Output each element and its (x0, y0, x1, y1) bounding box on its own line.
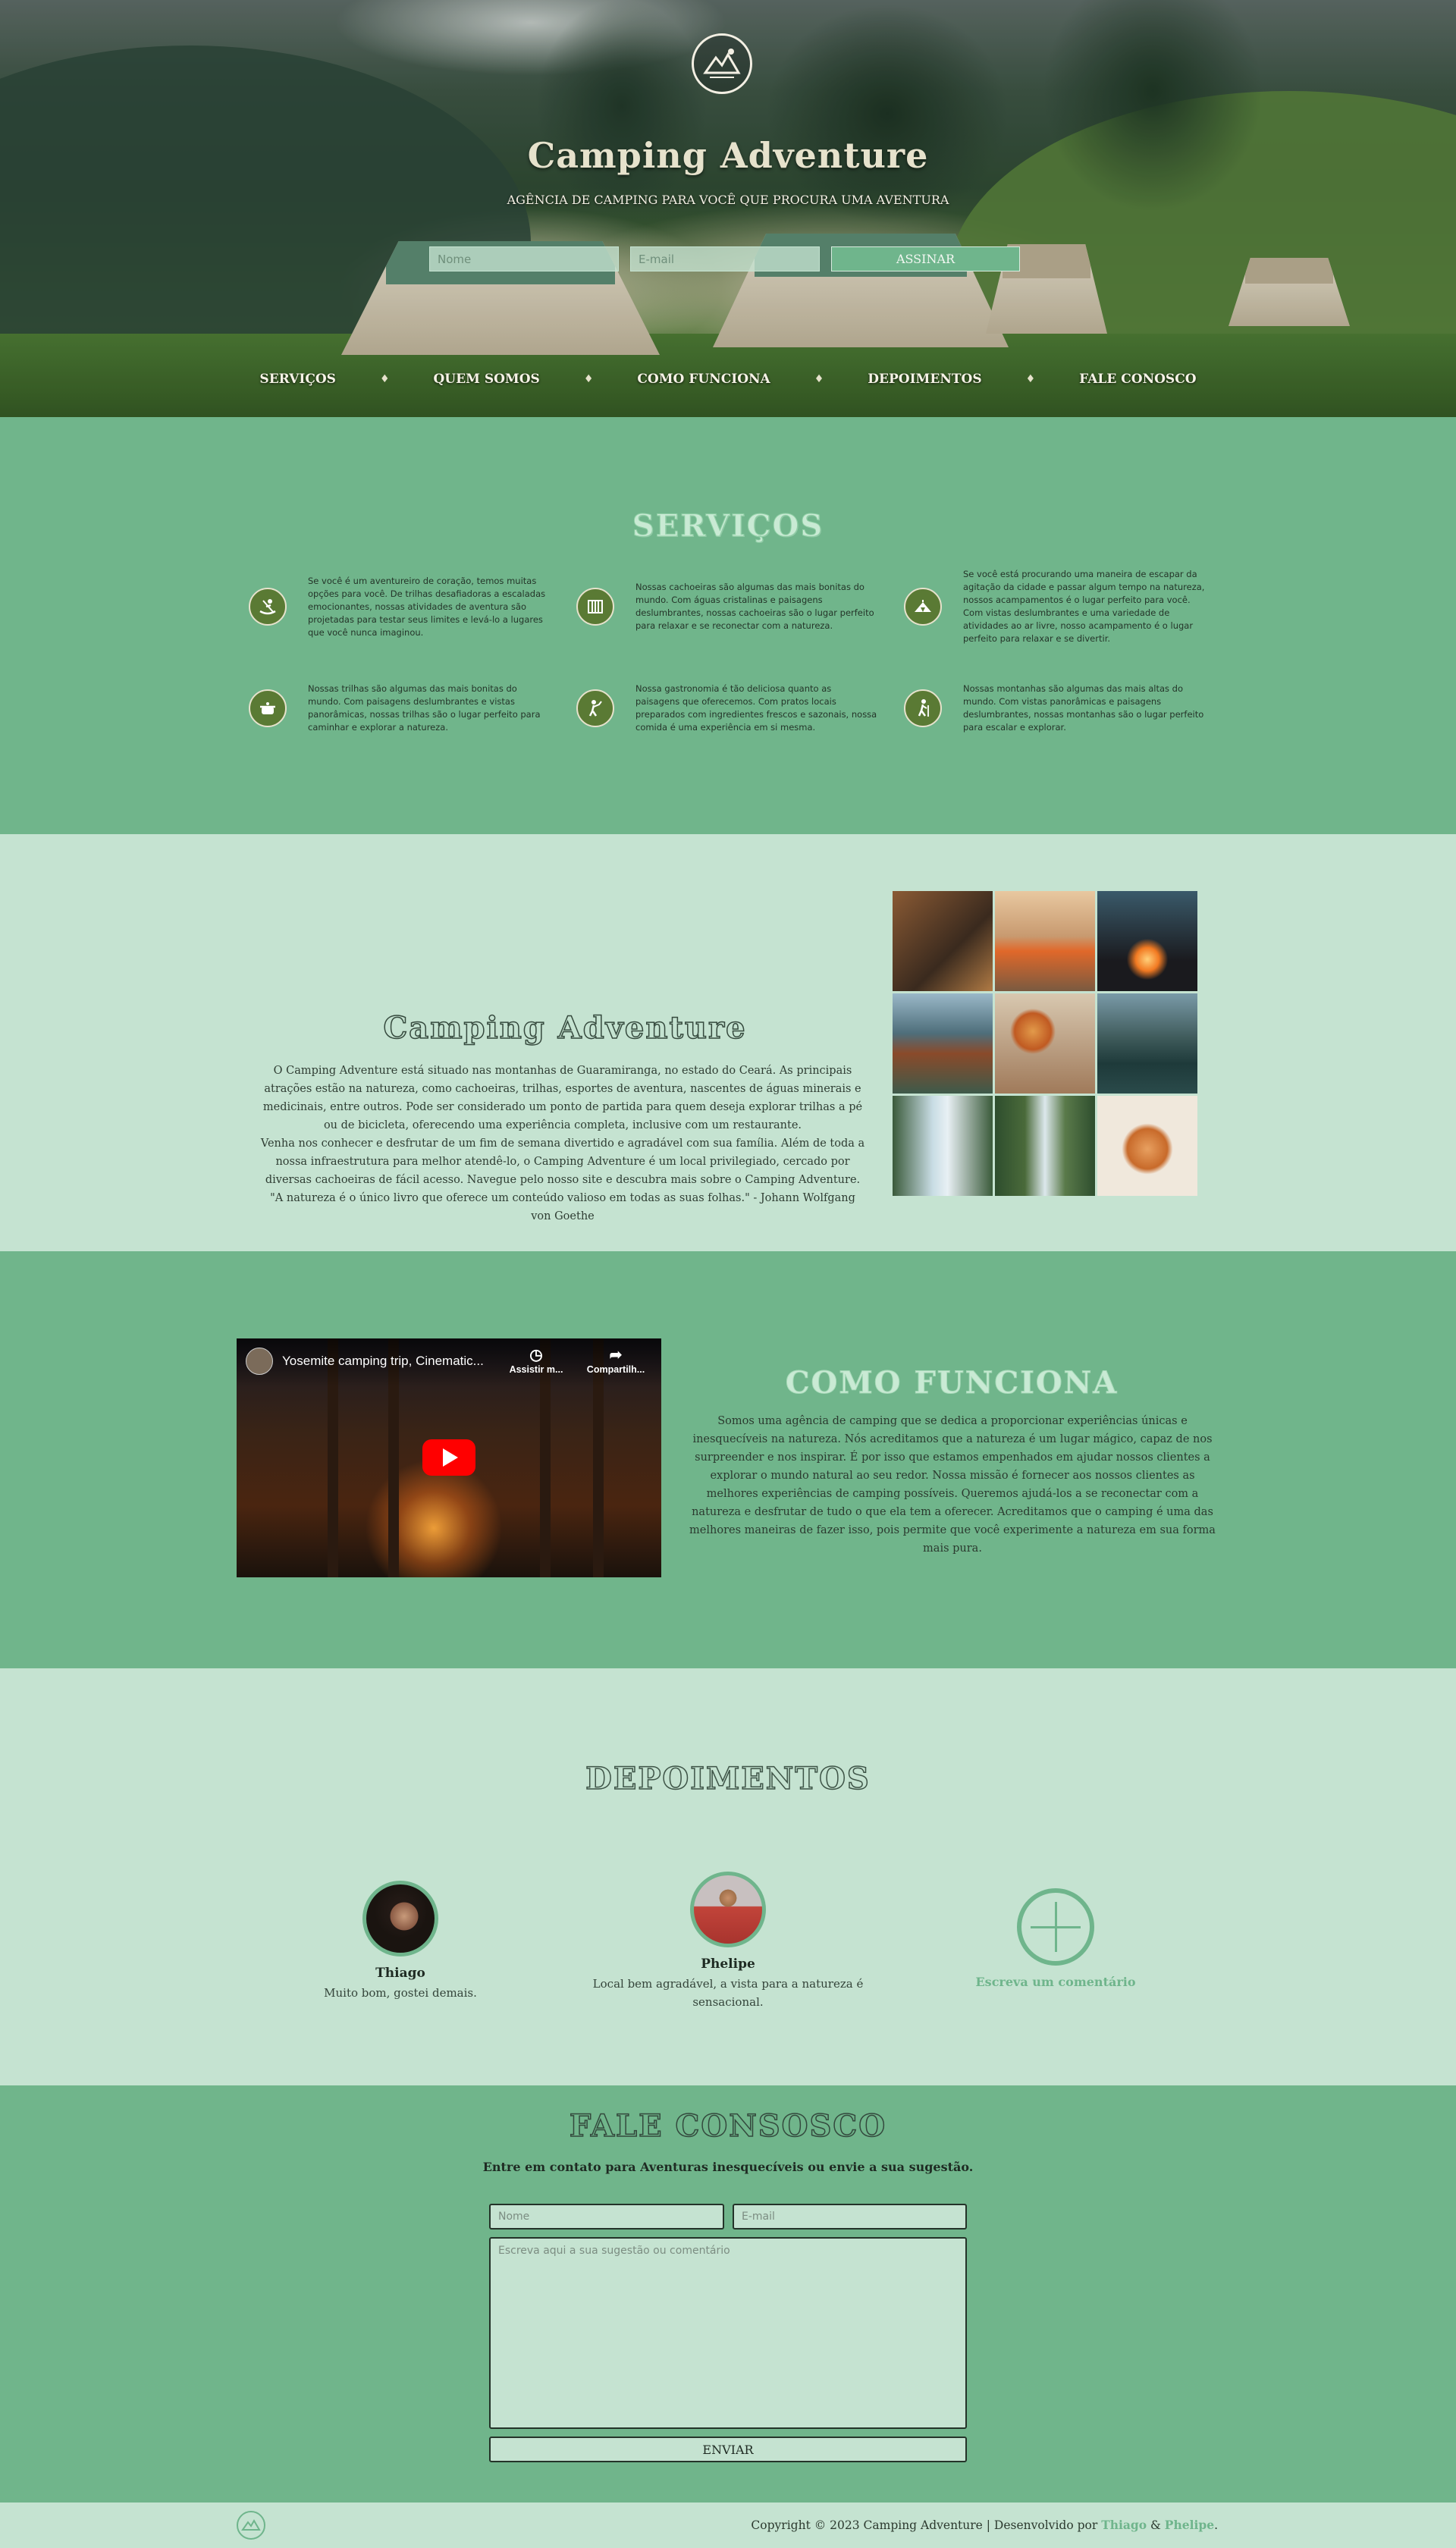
contact-subtitle: Entre em contato para Aventuras inesquec… (482, 2160, 974, 2174)
testimonial-card: Phelipe Local bem agradável, a vista par… (584, 1872, 872, 2011)
video-title[interactable]: Yosemite camping trip, Cinematic... (282, 1354, 484, 1369)
footer-logo[interactable] (237, 2511, 265, 2540)
nav-separator-icon: ♦ (583, 373, 594, 385)
hero-banner: Camping Adventure AGÊNCIA DE CAMPING PAR… (0, 0, 1456, 417)
avatar (362, 1881, 438, 1956)
pasta-dish-photo (1097, 1096, 1197, 1196)
nav-item-como-funciona[interactable]: COMO FUNCIONA (593, 372, 814, 387)
how-it-works-section: Yosemite camping trip, Cinematic... ◷ As… (0, 1251, 1456, 1668)
contact-title: FALE CONSOSCO (569, 2107, 887, 2145)
nav-separator-icon: ♦ (814, 373, 824, 385)
footer: Copyright © 2023 Camping Adventure | Des… (0, 2502, 1456, 2548)
newsletter-email-input[interactable] (630, 246, 820, 271)
newsletter-form: ASSINAR (429, 246, 1020, 271)
channel-avatar[interactable] (246, 1348, 273, 1375)
send-button[interactable]: ENVIAR (489, 2437, 967, 2462)
hero-title: Camping Adventure (527, 135, 929, 176)
testimonials-section: DEPOIMENTOS Thiago Muito bom, gostei dem… (0, 1668, 1456, 2085)
waterfall-photo (893, 1096, 993, 1196)
nav-separator-icon: ♦ (1025, 373, 1036, 385)
hiker-lake-photo (893, 993, 993, 1094)
play-button[interactable] (422, 1439, 475, 1476)
about-text: O Camping Adventure está situado nas mon… (260, 1065, 865, 1222)
service-item: Nossa gastronomia é tão deliciosa quanto… (576, 670, 904, 746)
main-nav: SERVIÇOS ♦ QUEM SOMOS ♦ COMO FUNCIONA ♦ … (0, 372, 1456, 387)
service-item: Nossas trilhas são algumas das mais boni… (249, 670, 576, 746)
how-text: Somos uma agência de camping que se dedi… (689, 1415, 1216, 1555)
nav-item-quem-somos[interactable]: QUEM SOMOS (390, 372, 584, 387)
developer-link-thiago[interactable]: Thiago (1101, 2518, 1147, 2532)
testimonial-name: Thiago (375, 1966, 425, 1981)
food-plate-photo (995, 993, 1095, 1094)
service-description: Nossa gastronomia é tão deliciosa quanto… (635, 683, 877, 733)
developer-link-phelipe[interactable]: Phelipe (1165, 2518, 1214, 2532)
testimonial-card: Thiago Muito bom, gostei demais. (256, 1881, 544, 2002)
add-comment-label: Escreva um comentário (975, 1975, 1136, 1989)
subscribe-button[interactable]: ASSINAR (831, 246, 1020, 271)
orange-tent-photo (995, 891, 1095, 991)
service-item: Se você está procurando uma maneira de e… (904, 569, 1232, 645)
copyright-text: Copyright © 2023 Camping Adventure | Des… (751, 2518, 1218, 2532)
watch-later-button[interactable]: ◷ Assistir m... (506, 1346, 566, 1375)
mountain-boat-photo (1097, 993, 1197, 1094)
avatar (690, 1872, 766, 1947)
service-item: Nossas montanhas são algumas das mais al… (904, 670, 1232, 746)
services-grid: Se você é um aventureiro de coração, tem… (249, 569, 1219, 746)
mountain-logo-icon (703, 49, 741, 78)
nav-item-servicos[interactable]: SERVIÇOS (215, 372, 380, 387)
add-comment-button[interactable]: Escreva um comentário (904, 1888, 1207, 1989)
service-description: Nossas trilhas são algumas das mais boni… (308, 683, 541, 733)
testimonial-name: Phelipe (701, 1956, 755, 1972)
nav-item-depoimentos[interactable]: DEPOIMENTOS (824, 372, 1025, 387)
clock-icon: ◷ (529, 1347, 543, 1363)
services-section: SERVIÇOS Se você é um aventureiro de cor… (0, 417, 1456, 834)
hero-subtitle: AGÊNCIA DE CAMPING PARA VOCÊ QUE PROCURA… (507, 193, 949, 207)
service-description: Nossas montanhas são algumas das mais al… (963, 683, 1204, 733)
nav-item-fale-conosco[interactable]: FALE CONOSCO (1035, 372, 1240, 387)
contact-section: FALE CONSOSCO Entre em contato para Aven… (0, 2085, 1456, 2502)
testimonial-quote: Muito bom, gostei demais. (324, 1986, 477, 2000)
contact-email-input[interactable] (733, 2204, 967, 2230)
tent-icon (904, 588, 942, 626)
site-logo[interactable] (692, 33, 752, 94)
testimonials-title: DEPOIMENTOS (585, 1760, 871, 1797)
service-description: Se você é um aventureiro de coração, tem… (308, 575, 546, 638)
chef-icon (576, 689, 614, 727)
nav-separator-icon: ♦ (379, 373, 390, 385)
camping-gear-photo (893, 891, 993, 991)
mountain-logo-icon (241, 2519, 261, 2531)
service-description: Nossas cachoeiras são algumas das mais b… (635, 582, 874, 631)
hiker-icon (904, 689, 942, 727)
waterfall-icon (576, 588, 614, 626)
about-section: Camping Adventure O Camping Adventure es… (0, 834, 1456, 1251)
contact-message-textarea[interactable] (489, 2237, 967, 2429)
contact-name-input[interactable] (489, 2204, 724, 2230)
services-title: SERVIÇOS (632, 508, 824, 544)
testimonial-quote: Local bem agradável, a vista para a natu… (592, 1977, 864, 2009)
plus-icon (1017, 1888, 1094, 1966)
waterfall-forest-photo (995, 1096, 1095, 1196)
share-button[interactable]: ➦ Compartilh... (582, 1346, 650, 1375)
photo-mosaic (893, 891, 1197, 1196)
how-title: COMO FUNCIONA (785, 1365, 1119, 1401)
youtube-video-embed[interactable]: Yosemite camping trip, Cinematic... ◷ As… (237, 1338, 661, 1577)
share-icon: ➦ (609, 1347, 623, 1363)
newsletter-name-input[interactable] (429, 246, 619, 271)
campfire-photo (1097, 891, 1197, 991)
kayak-icon (249, 588, 287, 626)
service-description: Se você está procurando uma maneira de e… (963, 569, 1205, 644)
service-item: Nossas cachoeiras são algumas das mais b… (576, 569, 904, 645)
service-item: Se você é um aventureiro de coração, tem… (249, 569, 576, 645)
cooking-pot-icon (249, 689, 287, 727)
